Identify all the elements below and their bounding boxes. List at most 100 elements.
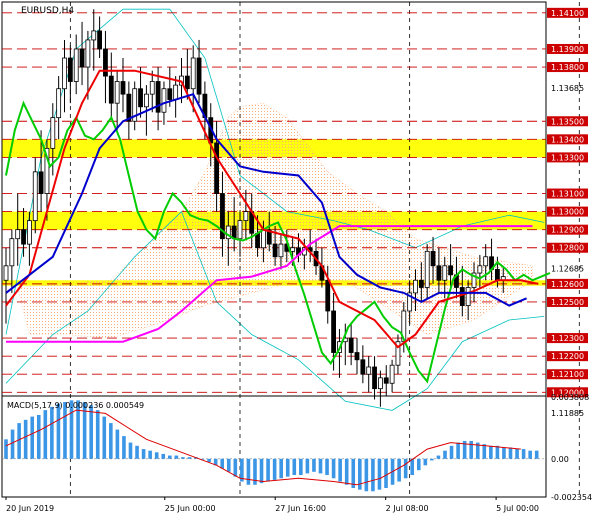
time-tick-label: 20 Jun 2019 (6, 504, 54, 513)
macd-histogram-bar (285, 458, 290, 477)
candle-body-bear (184, 75, 190, 90)
macd-histogram-bar (220, 458, 225, 469)
candle-body-bull (413, 279, 418, 294)
candle (354, 338, 360, 375)
candle-body-bear (272, 243, 278, 258)
macd-histogram-bar (331, 458, 336, 479)
macd-histogram-bar (89, 405, 93, 459)
candle-body-bull (91, 30, 97, 41)
candle-body-bull (442, 265, 448, 281)
macd-histogram-bar (528, 450, 532, 459)
price-tick: 1.13800 (547, 62, 588, 73)
macd-histogram-bar (508, 447, 513, 459)
macd-histogram-bar (109, 423, 113, 459)
candle-body-bear (354, 352, 360, 361)
candle-body-bear (38, 171, 44, 194)
macd-histogram-bar (397, 458, 401, 482)
macd-histogram-bar (495, 445, 500, 459)
price-tick: 1.12685 (551, 265, 584, 274)
macd-histogram-bar (344, 458, 349, 485)
price-tick-label: 1.12300 (551, 334, 584, 343)
candle (97, 16, 102, 59)
candle-body-bear (21, 229, 26, 245)
candle-body-bull (32, 171, 38, 222)
macd-histogram-bar (23, 419, 28, 459)
price-tick-label: 1.13300 (551, 153, 584, 162)
price-axis: 1.14100 1.13900 1.13800 1.13685 1.13500 1.134… (547, 7, 588, 418)
candle (360, 345, 366, 384)
candle-body-bull (73, 48, 79, 82)
macd-histogram-bar (168, 455, 172, 459)
macd-histogram-bar (135, 445, 139, 459)
candle (138, 67, 143, 118)
macd-histogram-bar (364, 458, 369, 492)
macd-histogram-bar (259, 458, 264, 484)
price-tick-label: 1.12685 (551, 265, 584, 274)
price-tick-label: 1.14100 (551, 9, 584, 18)
time-axis: 20 Jun 2019 25 Jun 00:00 27 Jun 16:00 2 Jul… (5, 497, 539, 513)
macd-histogram-bar (338, 458, 342, 482)
candle-body-bear (67, 57, 73, 82)
macd-legend: MACD(5,17,9) 0.000236 0.000549 (7, 401, 144, 410)
candle-body-bear (372, 366, 377, 390)
price-tick: 1.12100 (547, 369, 588, 380)
candle-body-bear (325, 279, 331, 312)
macd-axis-label: 0.003808 (551, 393, 589, 402)
macd-histogram-bar (299, 458, 303, 476)
macd-histogram-bar (10, 429, 15, 459)
candle (337, 329, 342, 378)
candle-body-bull (190, 57, 196, 90)
macd-histogram-bar (181, 457, 185, 459)
macd-histogram-bar (384, 458, 388, 489)
candle-body-bear (436, 265, 442, 281)
macd-histogram-bar (141, 449, 146, 459)
macd-histogram-bar (56, 403, 61, 459)
macd-histogram-bar (371, 458, 375, 492)
candle (79, 21, 85, 86)
candle (196, 39, 202, 104)
macd-histogram-bar (128, 442, 133, 459)
macd-histogram-bar (416, 458, 421, 471)
macd-histogram-bar (469, 440, 473, 459)
price-tick: 1.12800 (547, 242, 588, 253)
candle (173, 76, 179, 118)
candle-body-bull (26, 220, 32, 245)
price-tick-label: 1.13500 (551, 117, 584, 126)
price-tick: 1.13500 (547, 116, 588, 127)
candle (348, 323, 354, 366)
macd-axis-label: -0.002354 (551, 493, 592, 502)
macd-histogram-bar (154, 452, 159, 459)
candle-body-bear (214, 142, 220, 194)
macd-histogram-bar (95, 410, 100, 459)
price-tick: 1.12600 (547, 278, 588, 289)
symbol-label: EURUSD,H4 (21, 6, 74, 16)
candle-body-bear (494, 269, 500, 281)
candle (108, 52, 114, 118)
price-tick-label: 1.13900 (551, 45, 584, 54)
macd-histogram-bar (318, 458, 323, 474)
price-tick-label: 1.13000 (551, 208, 584, 217)
candle-body-bear (360, 359, 366, 375)
macd-histogram-bar (403, 458, 408, 479)
time-tick-label: 2 Jul 08:00 (386, 504, 429, 513)
candle (73, 34, 79, 95)
price-tick: 1.13685 (551, 84, 584, 93)
time-tick-label: 5 Jul 00:00 (496, 504, 539, 513)
price-tick: 1.12300 (547, 333, 588, 344)
macd-histogram-bar (279, 458, 283, 479)
candle-body-bull (389, 364, 395, 384)
macd-histogram-bar (148, 450, 152, 459)
trading-chart: 1.14100 1.13900 1.13800 1.13685 1.13500 1.134… (1, 1, 592, 513)
candle-body-bull (424, 250, 430, 288)
candle-body-bull (465, 287, 471, 306)
price-tick: 1.12500 (547, 296, 588, 307)
time-tick-label: 25 Jun 00:00 (165, 504, 216, 513)
macd-histogram-bar (4, 439, 8, 459)
candle (366, 356, 372, 393)
price-tick: 1.13000 (547, 206, 588, 217)
macd-histogram-bar (50, 406, 54, 459)
macd-histogram-bar (246, 458, 251, 485)
candle-body-bear (97, 30, 102, 50)
price-tick: 1.13100 (547, 188, 588, 199)
macd-histogram-bar (36, 414, 41, 459)
